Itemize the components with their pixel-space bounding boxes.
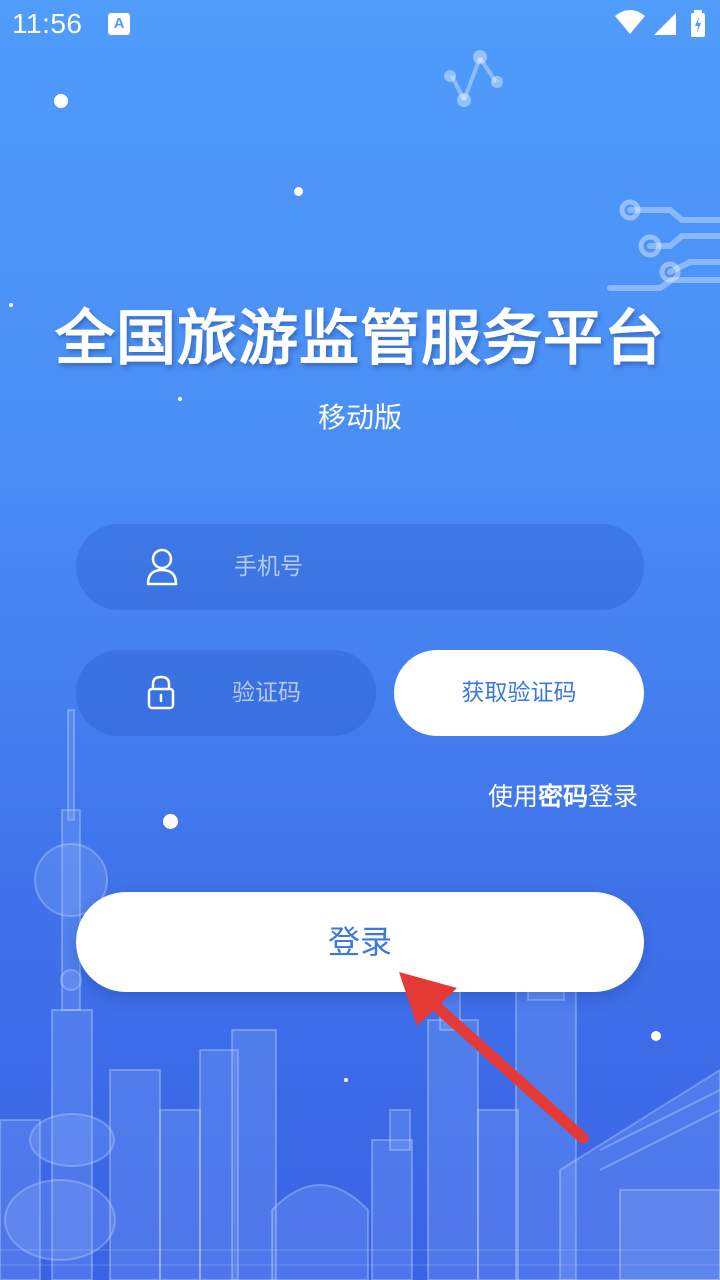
verification-code-field[interactable]	[76, 650, 376, 736]
battery-icon	[691, 10, 705, 37]
phone-field[interactable]	[76, 524, 644, 610]
status-time: 11:56	[12, 8, 83, 39]
notification-app-icon: A	[108, 13, 130, 35]
user-icon	[146, 548, 178, 586]
decor-dot	[54, 94, 68, 108]
decor-dot	[294, 187, 303, 196]
molecule-decoration-icon	[444, 50, 503, 107]
page-subtitle: 移动版	[317, 401, 402, 434]
lock-icon	[147, 675, 175, 710]
password-login-prefix: 使用	[488, 782, 539, 811]
phone-input[interactable]	[234, 524, 614, 610]
password-login-bold: 密码	[538, 782, 589, 811]
wifi-icon	[615, 10, 645, 34]
page-title: 全国旅游监管服务平台	[55, 304, 665, 374]
verification-code-input[interactable]	[232, 650, 362, 736]
status-bar: 11:56 A	[0, 0, 720, 50]
password-login-suffix: 登录	[588, 782, 639, 811]
password-login-link[interactable]: 使用密码登录	[488, 777, 638, 813]
signal-icon	[654, 13, 676, 35]
get-code-button[interactable]: 获取验证码	[394, 650, 644, 736]
annotation-arrow-icon	[399, 972, 589, 1144]
